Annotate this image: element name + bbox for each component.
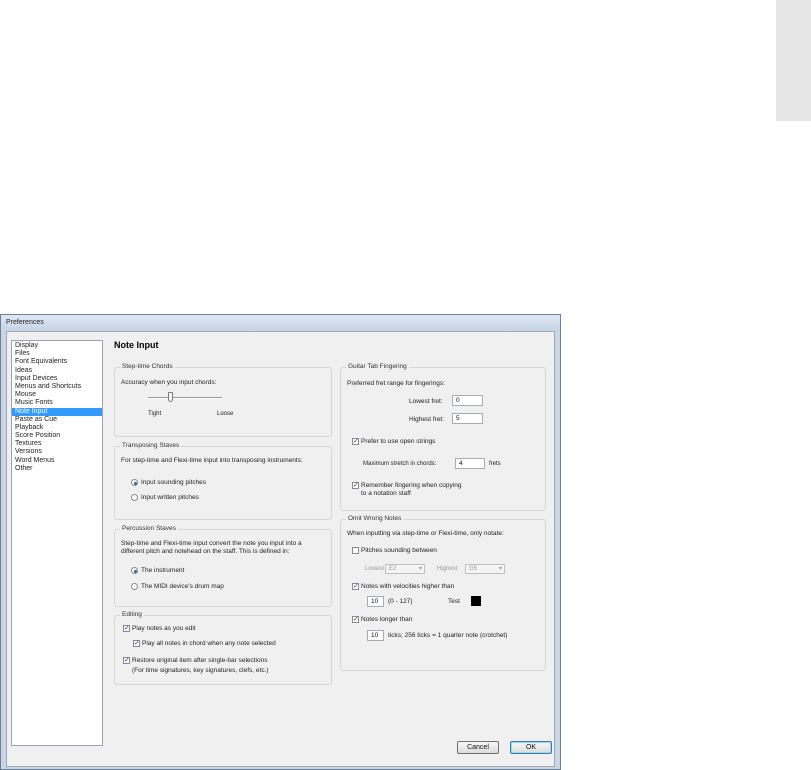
play-notes-label[interactable]: Play notes as you edit bbox=[132, 625, 196, 632]
velocity-label[interactable]: Notes with velocities higher than bbox=[361, 583, 454, 590]
lowest-pitch-select[interactable]: E2 ▾ bbox=[385, 564, 425, 574]
highest-fret-label: Highest fret: bbox=[409, 416, 445, 423]
input-written-radio[interactable] bbox=[131, 494, 138, 501]
category-item[interactable]: Font Equivalents bbox=[12, 358, 102, 366]
highest-pitch-label: Highest bbox=[437, 566, 458, 572]
input-sounding-label[interactable]: Input sounding pitches bbox=[141, 479, 206, 486]
restore-original-label[interactable]: Restore original item after single-bar s… bbox=[132, 657, 267, 664]
guitar-tab-fingering-group: Guitar Tab Fingering Preferred fret rang… bbox=[340, 363, 546, 511]
max-stretch-input[interactable]: 4 bbox=[455, 458, 485, 469]
remember-fingering-checkbox[interactable]: ✓ bbox=[352, 482, 359, 489]
frets-unit-label: frets bbox=[489, 461, 501, 467]
accuracy-label: Accuracy when you input chords: bbox=[121, 379, 217, 386]
the-instrument-radio[interactable] bbox=[131, 567, 138, 574]
loose-label: Loose bbox=[217, 411, 234, 417]
dialog-client: Display Files Font Equivalents Ideas Input D… bbox=[6, 331, 555, 767]
category-item[interactable]: Mouse bbox=[12, 391, 102, 399]
highest-fret-input[interactable]: 5 bbox=[452, 413, 483, 424]
editing-group: Editing ✓ Play notes as you edit ✓ Play … bbox=[114, 611, 332, 685]
percussion-staves-group: Percussion Staves Step-time and Flexi-ti… bbox=[114, 525, 332, 607]
side-panel-tab bbox=[776, 0, 811, 121]
category-item[interactable]: Textures bbox=[12, 440, 102, 448]
category-item[interactable]: Paste as Cue bbox=[12, 416, 102, 424]
play-notes-checkbox[interactable]: ✓ bbox=[123, 625, 130, 632]
category-item[interactable]: Music Fonts bbox=[12, 399, 102, 407]
ok-button[interactable]: OK bbox=[510, 741, 552, 754]
highest-pitch-value: G5 bbox=[469, 566, 478, 572]
category-item[interactable]: Word Menus bbox=[12, 457, 102, 465]
restore-original-checkbox[interactable]: ✓ bbox=[123, 657, 130, 664]
window-title: Preferences bbox=[6, 319, 44, 326]
transposing-description: For step-time and Flexi-time input into … bbox=[121, 457, 303, 464]
notes-longer-input[interactable]: 10 bbox=[367, 630, 384, 641]
accuracy-slider-track[interactable] bbox=[148, 397, 222, 399]
open-strings-label[interactable]: Prefer to use open strings bbox=[361, 438, 435, 445]
accuracy-slider-thumb[interactable] bbox=[167, 392, 173, 402]
percussion-description-2: different pitch and notehead on the staf… bbox=[121, 548, 290, 555]
page-title: Note Input bbox=[114, 340, 159, 350]
category-list[interactable]: Display Files Font Equivalents Ideas Input D… bbox=[11, 340, 103, 746]
test-color-swatch[interactable] bbox=[471, 596, 481, 606]
lowest-pitch-label: Lowest bbox=[365, 566, 385, 572]
lowest-pitch-value: E2 bbox=[389, 566, 397, 572]
the-instrument-label[interactable]: The instrument bbox=[141, 567, 184, 574]
cancel-button[interactable]: Cancel bbox=[457, 741, 499, 754]
highest-pitch-select[interactable]: G5 ▾ bbox=[465, 564, 505, 574]
test-label: Test bbox=[448, 598, 460, 605]
notes-longer-checkbox[interactable]: ✓ bbox=[352, 616, 359, 623]
omit-wrong-notes-group: Omit Wrong Notes When inputting via step… bbox=[340, 515, 546, 671]
category-item[interactable]: Versions bbox=[12, 448, 102, 456]
chevron-down-icon: ▾ bbox=[418, 566, 422, 572]
preferences-dialog: Preferences Display Files Font Equivalents… bbox=[0, 314, 561, 770]
notes-longer-label[interactable]: Notes longer than bbox=[361, 616, 412, 623]
category-item[interactable]: Menus and Shortcuts bbox=[12, 383, 102, 391]
group-title: Step-time Chords bbox=[120, 363, 175, 370]
play-all-notes-checkbox[interactable]: ✓ bbox=[133, 640, 140, 647]
max-stretch-label: Maximum stretch in chords: bbox=[363, 461, 437, 467]
remember-fingering-label-2[interactable]: to a notation staff bbox=[361, 490, 411, 497]
velocity-range-label: (0 - 127) bbox=[388, 598, 413, 605]
group-title: Transposing Staves bbox=[120, 442, 182, 449]
category-item[interactable]: Other bbox=[12, 465, 102, 473]
lowest-fret-input[interactable]: 0 bbox=[452, 395, 483, 406]
play-all-notes-label[interactable]: Play all notes in chord when any note se… bbox=[142, 640, 276, 647]
percussion-description-1: Step-time and Flexi-time input convert t… bbox=[121, 540, 302, 547]
velocity-checkbox[interactable]: ✓ bbox=[352, 583, 359, 590]
group-title: Editing bbox=[120, 611, 144, 618]
tight-label: Tight bbox=[148, 411, 162, 417]
remember-fingering-label-1[interactable]: Remember fingering when copying bbox=[361, 482, 461, 489]
preferred-fret-range-label: Preferred fret range for fingerings: bbox=[347, 380, 445, 387]
input-written-label[interactable]: Input written pitches bbox=[141, 494, 199, 501]
category-item[interactable]: Display bbox=[12, 342, 102, 350]
category-item[interactable]: Score Position bbox=[12, 432, 102, 440]
transposing-staves-group: Transposing Staves For step-time and Fle… bbox=[114, 442, 332, 520]
category-item[interactable]: Ideas bbox=[12, 367, 102, 375]
input-sounding-radio[interactable] bbox=[131, 479, 138, 486]
restore-original-note: (For time signatures, key signatures, cl… bbox=[132, 667, 269, 674]
group-title: Percussion Staves bbox=[120, 525, 178, 532]
pitches-sounding-checkbox[interactable] bbox=[352, 547, 359, 554]
pitches-sounding-label[interactable]: Pitches sounding between bbox=[361, 547, 437, 554]
step-time-chords-group: Step-time Chords Accuracy when you input… bbox=[114, 363, 332, 437]
drum-map-label[interactable]: The MIDI device's drum map bbox=[141, 583, 224, 590]
title-bar: Preferences bbox=[1, 315, 560, 331]
chevron-down-icon: ▾ bbox=[498, 566, 502, 572]
drum-map-radio[interactable] bbox=[131, 583, 138, 590]
group-title: Omit Wrong Notes bbox=[346, 515, 404, 522]
ticks-label: ticks; 256 ticks = 1 quarter note (crotc… bbox=[388, 632, 508, 639]
category-item[interactable]: Files bbox=[12, 350, 102, 358]
omit-description: When inputting via step-time or Flexi-ti… bbox=[347, 530, 504, 537]
category-item[interactable]: Playback bbox=[12, 424, 102, 432]
open-strings-checkbox[interactable]: ✓ bbox=[352, 438, 359, 445]
category-item[interactable]: Note Input bbox=[12, 407, 102, 416]
category-item[interactable]: Input Devices bbox=[12, 375, 102, 383]
lowest-fret-label: Lowest fret: bbox=[409, 398, 443, 405]
group-title: Guitar Tab Fingering bbox=[346, 363, 409, 370]
velocity-input[interactable]: 10 bbox=[367, 596, 384, 607]
